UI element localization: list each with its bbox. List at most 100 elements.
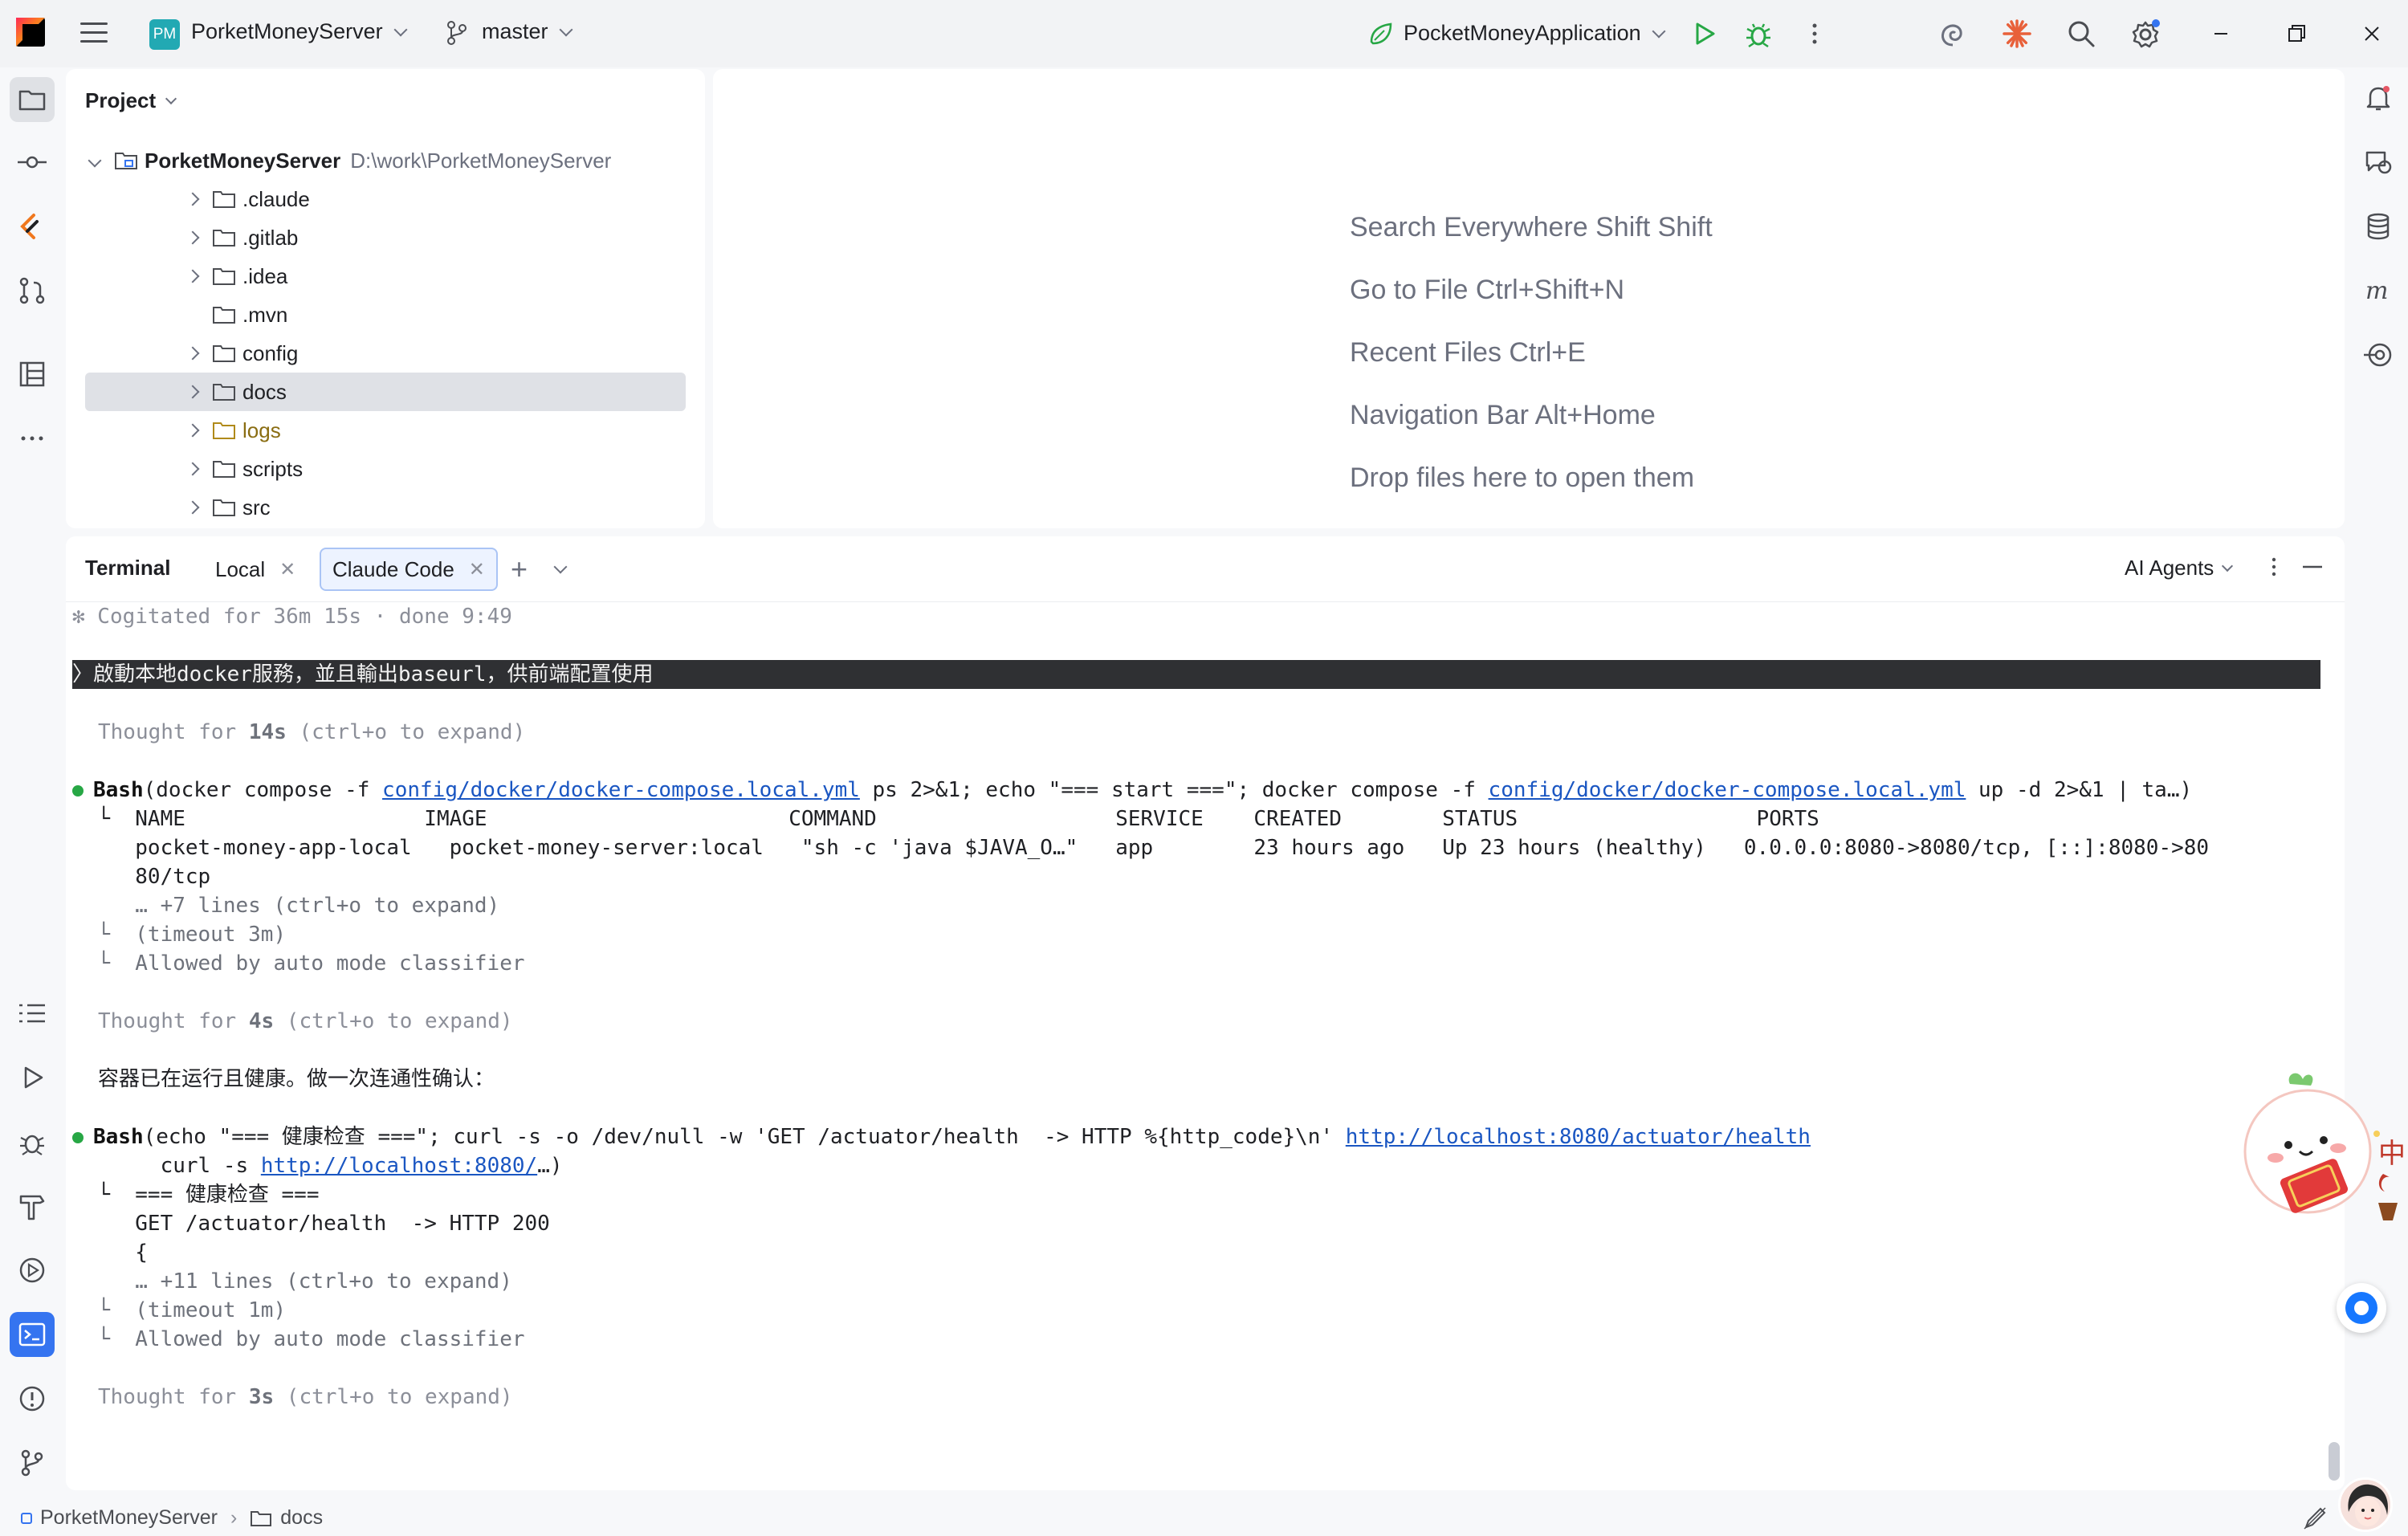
services-tool-button[interactable] (10, 1248, 55, 1293)
url-link[interactable]: http://localhost:8080/actuator/health (1346, 1125, 1811, 1149)
expand-chevron-icon[interactable] (185, 230, 200, 245)
tab-label: Local (215, 556, 266, 581)
breadcrumb-folder[interactable]: docs (280, 1506, 323, 1530)
restore-window-button[interactable] (2280, 18, 2312, 50)
expand-chevron-icon[interactable] (185, 269, 200, 283)
tree-item-logs[interactable]: logs (185, 411, 281, 450)
ai-chat-icon (2365, 151, 2392, 174)
ai-chat-button[interactable] (2356, 140, 2401, 185)
debug-button[interactable] (1742, 18, 1774, 50)
expand-chevron-icon[interactable] (185, 192, 200, 206)
minimize-window-button[interactable] (2205, 18, 2237, 50)
project-badge[interactable]: PM (149, 19, 180, 50)
notifications-button[interactable] (2356, 75, 2401, 120)
terminal-options-button[interactable] (2266, 551, 2282, 583)
tree-item-dot-gitlab[interactable]: .gitlab (185, 218, 299, 257)
output-line: └ === 健康检查 === (72, 1183, 320, 1207)
run-icon (1696, 22, 1715, 45)
run-configuration-selector[interactable]: PocketMoneyApplication (1404, 21, 1666, 46)
edit-mode-indicator[interactable] (2301, 1505, 2329, 1532)
debug-tool-button[interactable] (10, 1119, 55, 1164)
intellij-logo-icon[interactable] (16, 18, 45, 47)
tab-options-dropdown[interactable] (544, 548, 577, 591)
breadcrumb-separator-icon: › (230, 1506, 238, 1529)
claude-button[interactable] (2001, 18, 2033, 50)
database-button[interactable] (2356, 204, 2401, 249)
project-switcher[interactable]: PorketMoneyServer (191, 19, 408, 44)
terminal-scrollbar[interactable] (2329, 1442, 2340, 1481)
tree-item-docs[interactable]: docs (85, 373, 686, 411)
floating-assistant-button[interactable] (2337, 1283, 2386, 1333)
close-tab-icon[interactable]: ✕ (469, 558, 485, 581)
pull-requests-tool-button[interactable] (10, 268, 55, 313)
title-bar: PM PorketMoneyServer master PocketMoneyA… (0, 0, 2408, 67)
more-actions-button[interactable] (1799, 18, 1831, 50)
expand-chevron-icon[interactable] (185, 500, 200, 515)
user-prompt-text: 〉啟動本地docker服務，並且輸出baseurl，供前端配置使用 (72, 662, 654, 687)
ai-assistant-button[interactable] (1937, 18, 1969, 50)
todo-tool-button[interactable] (10, 991, 55, 1036)
more-tools-button[interactable] (10, 416, 55, 461)
tab-claude-code[interactable]: Claude Code ✕ (320, 548, 498, 591)
breadcrumb-project[interactable]: PorketMoneyServer (40, 1506, 218, 1530)
search-button[interactable] (2065, 18, 2097, 50)
coding-assistant-tool-button[interactable] (10, 204, 55, 249)
tab-local[interactable]: Local ✕ (204, 548, 307, 591)
close-tab-icon[interactable]: ✕ (279, 558, 295, 581)
file-link[interactable]: config/docker/docker-compose.local.yml (1489, 778, 1966, 802)
ai-spiral-icon (1941, 24, 1962, 47)
avatar[interactable] (2338, 1477, 2393, 1532)
expand-chevron-icon[interactable] (88, 153, 102, 168)
git-tool-button[interactable] (10, 1440, 55, 1485)
assistant-chat-icon (2345, 1292, 2377, 1324)
expand-chevron-icon[interactable] (185, 385, 200, 399)
expand-chevron-icon[interactable] (185, 346, 200, 361)
tree-item-config[interactable]: config (185, 334, 298, 373)
project-tool-button[interactable] (10, 77, 55, 122)
endpoints-button[interactable] (2356, 332, 2401, 377)
project-name: PorketMoneyServer (191, 19, 383, 43)
run-tool-button[interactable] (10, 1055, 55, 1100)
tree-item-src[interactable]: src (185, 488, 271, 527)
run-button[interactable] (1688, 18, 1720, 50)
url-link[interactable]: http://localhost:8080/ (261, 1154, 537, 1178)
output-line: pocket-money-app-local pocket-money-serv… (72, 836, 2210, 860)
hide-terminal-button[interactable] (2298, 551, 2327, 583)
bell-icon (2366, 86, 2390, 111)
terminal-tab-bar: Terminal Local ✕ Claude Code ✕ + AI Agen… (66, 536, 2345, 602)
main-menu-icon[interactable] (80, 22, 108, 43)
branch-switcher[interactable]: master (482, 19, 573, 44)
hint-recent-files: Recent Files Ctrl+E (1350, 337, 1586, 368)
build-tool-button[interactable] (10, 1184, 55, 1228)
ai-agents-dropdown[interactable]: AI Agents (2125, 556, 2234, 581)
close-icon (2365, 26, 2379, 41)
close-window-button[interactable] (2356, 18, 2388, 50)
tree-item-label: .gitlab (242, 225, 299, 250)
tree-item-dot-idea[interactable]: .idea (185, 257, 287, 295)
mascot-widget[interactable]: 中 (2240, 1068, 2408, 1253)
expand-chevron-icon[interactable] (185, 462, 200, 476)
new-tab-button[interactable]: + (499, 548, 539, 591)
tab-label: Claude Code (332, 556, 454, 581)
bash-tool-call-continuation: curl -s http://localhost:8080/…) (72, 1154, 563, 1178)
file-link[interactable]: config/docker/docker-compose.local.yml (382, 778, 860, 802)
tree-item-dot-mvn[interactable]: .mvn (188, 295, 287, 334)
hint-search-everywhere: Search Everywhere Shift Shift (1350, 212, 1713, 242)
commit-tool-button[interactable] (10, 140, 55, 185)
settings-button[interactable] (2129, 18, 2161, 50)
tree-item-scripts[interactable]: scripts (185, 450, 303, 488)
terminal-tool-button[interactable] (10, 1312, 55, 1357)
project-panel-header[interactable]: Project (85, 88, 177, 113)
expand-chevron-icon[interactable] (185, 423, 200, 438)
problems-tool-button[interactable] (10, 1376, 55, 1421)
structure-tool-button[interactable] (10, 352, 55, 397)
right-tool-strip: m (2348, 67, 2408, 1497)
tree-item-label: logs (242, 418, 281, 442)
folder-icon (213, 384, 235, 401)
output-line: └ (timeout 1m) (72, 1298, 287, 1322)
maven-button[interactable]: m (2356, 268, 2401, 313)
folder-icon (251, 1510, 272, 1526)
tree-item-dot-claude[interactable]: .claude (185, 180, 310, 218)
structure-icon (19, 361, 45, 387)
tree-root-item[interactable]: PorketMoneyServer D:\work\PorketMoneySer… (88, 141, 611, 180)
